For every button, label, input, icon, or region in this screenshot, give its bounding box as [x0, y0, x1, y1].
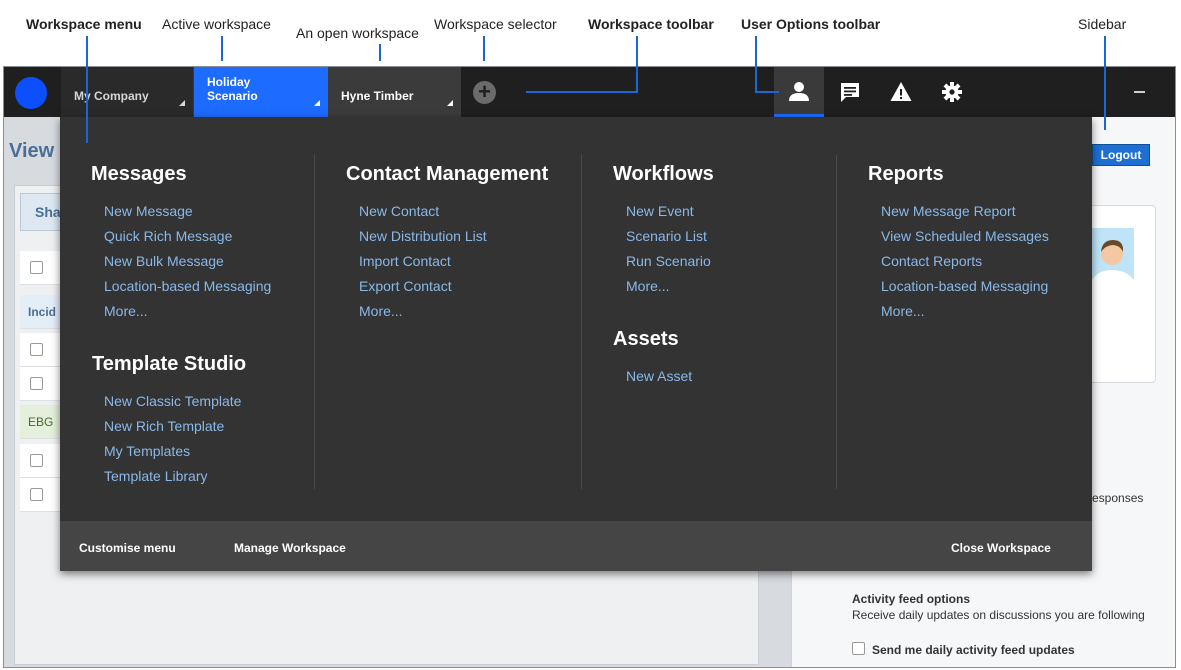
feed-options-title: Activity feed options	[852, 592, 971, 606]
daily-feed-checkbox-label[interactable]: Send me daily activity feed updates	[872, 643, 1075, 657]
menu-link-new-message-report[interactable]: New Message Report	[881, 203, 1016, 219]
alerts-button[interactable]	[876, 67, 926, 117]
menu-link-new-rich-template[interactable]: New Rich Template	[104, 418, 224, 434]
user-icon	[789, 81, 809, 101]
callout-leader	[221, 36, 223, 61]
menu-link-new-event[interactable]: New Event	[626, 203, 694, 219]
callout-active-workspace: Active workspace	[162, 16, 271, 32]
callout-leader	[379, 44, 381, 61]
menu-link-quick-rich-message[interactable]: Quick Rich Message	[104, 228, 232, 244]
assets-heading: Assets	[613, 328, 679, 350]
caret-icon	[179, 100, 185, 106]
callout-leader	[86, 36, 88, 143]
workspace-tab-label: Holiday	[207, 75, 251, 89]
workspace-tab-holiday-scenario[interactable]: Holiday Scenario	[194, 67, 328, 117]
menu-link-import-contact[interactable]: Import Contact	[359, 253, 451, 269]
row-checkbox[interactable]	[30, 343, 43, 356]
menu-link-location-messaging[interactable]: Location-based Messaging	[104, 278, 271, 294]
contact-management-heading: Contact Management	[346, 163, 549, 185]
column-divider	[836, 155, 837, 489]
menu-link-new-contact[interactable]: New Contact	[359, 203, 439, 219]
callout-open-workspace: An open workspace	[296, 25, 419, 41]
close-workspace-button[interactable]: Close Workspace	[951, 541, 1051, 555]
messages-heading: Messages	[91, 163, 187, 185]
menu-link-messages-more[interactable]: More...	[104, 303, 148, 319]
menu-link-new-classic-template[interactable]: New Classic Template	[104, 393, 241, 409]
messages-button[interactable]	[825, 67, 875, 117]
callout-workspace-menu: Workspace menu	[26, 16, 142, 32]
logout-button[interactable]: Logout	[1092, 144, 1150, 166]
menu-link-new-distribution-list[interactable]: New Distribution List	[359, 228, 487, 244]
daily-feed-checkbox[interactable]	[852, 642, 865, 655]
workspace-tab-label: Scenario	[207, 89, 258, 103]
workspace-menu: Messages New Message Quick Rich Message …	[60, 117, 1092, 571]
callout-leader	[526, 91, 638, 93]
menu-link-export-contact[interactable]: Export Contact	[359, 278, 452, 294]
reports-heading: Reports	[868, 163, 944, 185]
gear-icon	[942, 82, 962, 102]
row-checkbox[interactable]	[30, 488, 43, 501]
app-logo[interactable]	[15, 77, 47, 109]
workflows-heading: Workflows	[613, 163, 714, 185]
menu-link-contacts-more[interactable]: More...	[359, 303, 403, 319]
workspace-tab-my-company[interactable]: My Company	[61, 67, 194, 117]
menu-link-my-templates[interactable]: My Templates	[104, 443, 190, 459]
column-divider	[314, 155, 315, 489]
template-studio-heading: Template Studio	[92, 353, 247, 375]
menu-link-new-message[interactable]: New Message	[104, 203, 193, 219]
user-options-button[interactable]	[774, 67, 824, 117]
callout-leader	[1104, 36, 1106, 130]
customise-menu-button[interactable]: Customise menu	[79, 541, 176, 555]
callout-leader	[755, 36, 757, 92]
menu-link-view-scheduled-messages[interactable]: View Scheduled Messages	[881, 228, 1049, 244]
menu-link-template-library[interactable]: Template Library	[104, 468, 208, 484]
menu-link-run-scenario[interactable]: Run Scenario	[626, 253, 711, 269]
callout-leader	[755, 91, 779, 93]
workspace-tab-label: Hyne Timber	[341, 89, 414, 103]
menu-link-new-asset[interactable]: New Asset	[626, 368, 692, 384]
callout-user-options-toolbar: User Options toolbar	[741, 16, 881, 32]
avatar	[1092, 228, 1134, 298]
menu-link-new-bulk-message[interactable]: New Bulk Message	[104, 253, 224, 269]
menu-link-workflows-more[interactable]: More...	[626, 278, 670, 294]
caret-icon	[447, 100, 453, 106]
callout-leader	[483, 36, 485, 61]
menu-link-scenario-list[interactable]: Scenario List	[626, 228, 707, 244]
callout-workspace-toolbar: Workspace toolbar	[588, 16, 714, 32]
feed-options-description: Receive daily updates on discussions you…	[852, 608, 1145, 622]
callout-workspace-selector: Workspace selector	[434, 16, 557, 32]
add-workspace-button[interactable]: +	[473, 81, 496, 104]
callout-sidebar: Sidebar	[1078, 16, 1127, 32]
minimize-icon[interactable]	[1134, 91, 1145, 93]
row-checkbox[interactable]	[30, 261, 43, 274]
chat-icon	[841, 83, 859, 102]
warning-icon	[890, 82, 912, 101]
row-checkbox[interactable]	[30, 454, 43, 467]
application-window: View Sha Incid EBG Logout esponses Activ…	[3, 66, 1176, 668]
screenshot-stage: Workspace menu Active workspace An open …	[0, 0, 1181, 670]
menu-link-reports-more[interactable]: More...	[881, 303, 925, 319]
menu-link-location-messaging-report[interactable]: Location-based Messaging	[881, 278, 1048, 294]
manage-workspace-button[interactable]: Manage Workspace	[234, 541, 346, 555]
settings-button[interactable]	[927, 67, 977, 117]
menu-footer: Customise menu Manage Workspace Close Wo…	[60, 521, 1092, 571]
menu-link-contact-reports[interactable]: Contact Reports	[881, 253, 982, 269]
column-divider	[581, 155, 582, 489]
page-title: View	[9, 140, 55, 162]
workspace-tab-hyne-timber[interactable]: Hyne Timber	[328, 67, 461, 117]
responses-text: esponses	[1092, 491, 1144, 505]
row-checkbox[interactable]	[30, 377, 43, 390]
callout-leader	[636, 36, 638, 92]
caret-icon	[314, 100, 320, 106]
